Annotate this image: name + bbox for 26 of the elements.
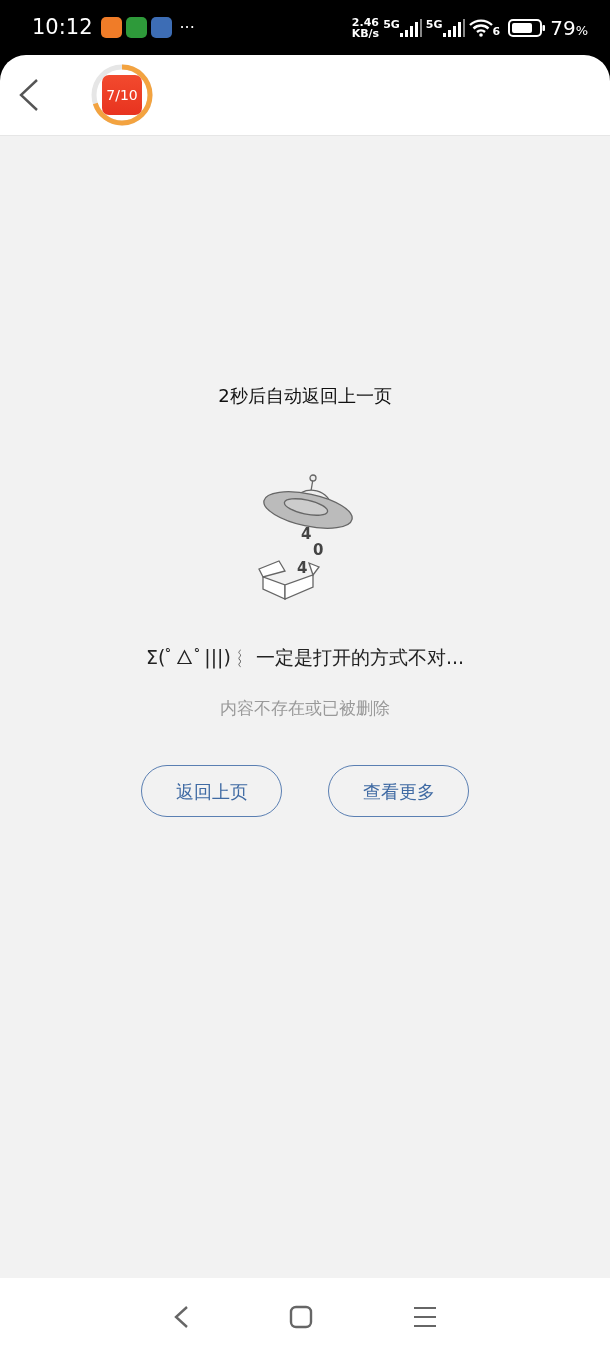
signal-icon [442,18,465,37]
digit: 4 [301,525,312,543]
app-icon [150,17,172,38]
signal-icon [399,18,422,37]
status-time: 10:12 [32,13,93,41]
progress-label: 7/10 [102,75,142,115]
back-icon[interactable] [18,78,40,112]
menu-icon[interactable] [413,1306,437,1328]
error-message: Σ(ﾟ△ﾟ|||)︴ 一定是打开的方式不对... [145,645,465,671]
battery-percent: 79% [550,14,588,42]
countdown-text: 2秒后自动返回上一页 [218,384,392,408]
speed-unit: KB/s [351,27,380,39]
more-indicator: ··· [179,16,195,39]
battery-icon [508,18,547,37]
wifi-label: 6 [492,25,501,37]
home-icon[interactable] [289,1305,313,1329]
network-type: 5G [383,18,400,30]
app-icon [100,17,122,38]
digit: 0 [313,541,324,559]
back-icon[interactable] [173,1305,189,1329]
network-speed: 2.46 [351,16,380,28]
wifi-icon [468,18,493,37]
network-type: 5G [425,18,443,30]
hint-text: 内容不存在或已被删除 [220,696,390,720]
app-icon [125,17,147,38]
digit: 4 [297,559,308,577]
